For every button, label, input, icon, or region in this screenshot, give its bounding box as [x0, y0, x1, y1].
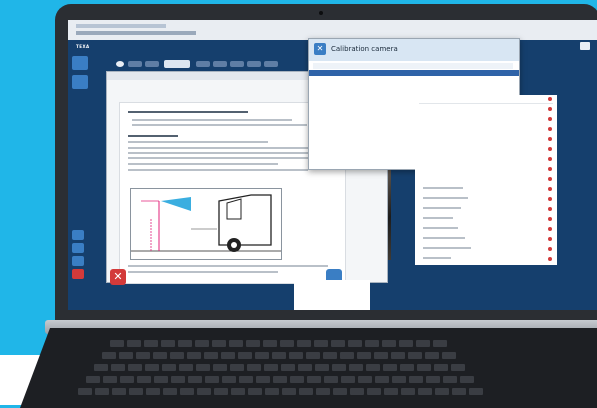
list-item[interactable] [423, 257, 451, 259]
keyboard-row [78, 388, 483, 395]
status-dot [548, 257, 552, 261]
procedure-close-button[interactable]: ✕ [110, 269, 126, 285]
dialog-title: Calibration camera [331, 45, 398, 53]
document-text-line [128, 265, 328, 267]
back-button[interactable] [72, 75, 88, 89]
document-text-line [128, 152, 328, 154]
toolbar-tab-5[interactable] [230, 61, 244, 67]
document-text-line [128, 141, 268, 143]
keyboard-row [102, 352, 456, 359]
truck-calibration-diagram [130, 188, 282, 260]
list-item[interactable] [423, 227, 458, 229]
keyboard-row [110, 340, 447, 347]
status-dot [548, 177, 552, 181]
status-dot [548, 117, 552, 121]
status-dot [548, 237, 552, 241]
status-dot [548, 97, 552, 101]
list-divider [419, 103, 553, 104]
status-dot [548, 157, 552, 161]
document-subheading [128, 135, 178, 137]
list-item[interactable] [423, 197, 468, 199]
status-panel [294, 280, 370, 310]
menu-bar-secondary[interactable] [76, 31, 196, 35]
document-text-line [132, 119, 292, 121]
toolbar-tab-4[interactable] [213, 61, 227, 67]
dialog-titlebar: ✕ Calibration camera [309, 39, 519, 61]
status-dot [548, 247, 552, 251]
status-dot [548, 217, 552, 221]
document-text-line [128, 163, 278, 165]
status-dot [548, 147, 552, 151]
document-heading [128, 111, 248, 113]
toolbar-tab-7[interactable] [264, 61, 278, 67]
exit-button[interactable] [72, 269, 84, 279]
list-item[interactable] [423, 187, 463, 189]
document-text-line [128, 147, 333, 149]
close-icon: ✕ [113, 270, 123, 283]
status-dot [548, 137, 552, 141]
app-titlebar [68, 20, 597, 40]
toolbar-tab-1[interactable] [128, 61, 142, 67]
app-logo: TEXA [76, 44, 90, 49]
status-dot [548, 227, 552, 231]
truck-diagram-svg [131, 194, 281, 252]
dialog-breadcrumb [313, 63, 513, 69]
home-button[interactable] [72, 56, 88, 70]
keyboard-row [94, 364, 465, 371]
list-item[interactable] [423, 237, 465, 239]
vehicle-selector[interactable] [164, 60, 190, 68]
list-item[interactable] [423, 207, 461, 209]
status-dot [548, 187, 552, 191]
toolbar-home-icon[interactable] [116, 61, 124, 67]
document-text-line [128, 157, 318, 159]
laptop-screen: TEXA ✕ ✕ Calibration camera [68, 20, 597, 310]
info-button[interactable] [72, 230, 84, 240]
status-dot [548, 127, 552, 131]
settings-button[interactable] [72, 256, 84, 266]
list-item[interactable] [423, 247, 471, 249]
document-text-line [128, 271, 278, 273]
camera-icon: ✕ [314, 43, 326, 55]
status-dot [548, 167, 552, 171]
system-list-panel [415, 95, 557, 265]
print-button[interactable] [72, 243, 84, 253]
toolbar-tab-2[interactable] [145, 61, 159, 67]
status-dot [548, 107, 552, 111]
toolbar-tab-3[interactable] [196, 61, 210, 67]
dialog-selected-row[interactable] [309, 70, 519, 76]
document-text-line [132, 124, 307, 126]
status-dot [548, 197, 552, 201]
document-text-line [128, 169, 308, 171]
app-window-close-icon[interactable] [580, 42, 590, 50]
status-dot [548, 207, 552, 211]
menu-bar[interactable] [76, 24, 166, 28]
webcam [319, 11, 323, 15]
keyboard-row [86, 376, 474, 383]
list-item[interactable] [423, 217, 453, 219]
toolbar-tab-6[interactable] [247, 61, 261, 67]
